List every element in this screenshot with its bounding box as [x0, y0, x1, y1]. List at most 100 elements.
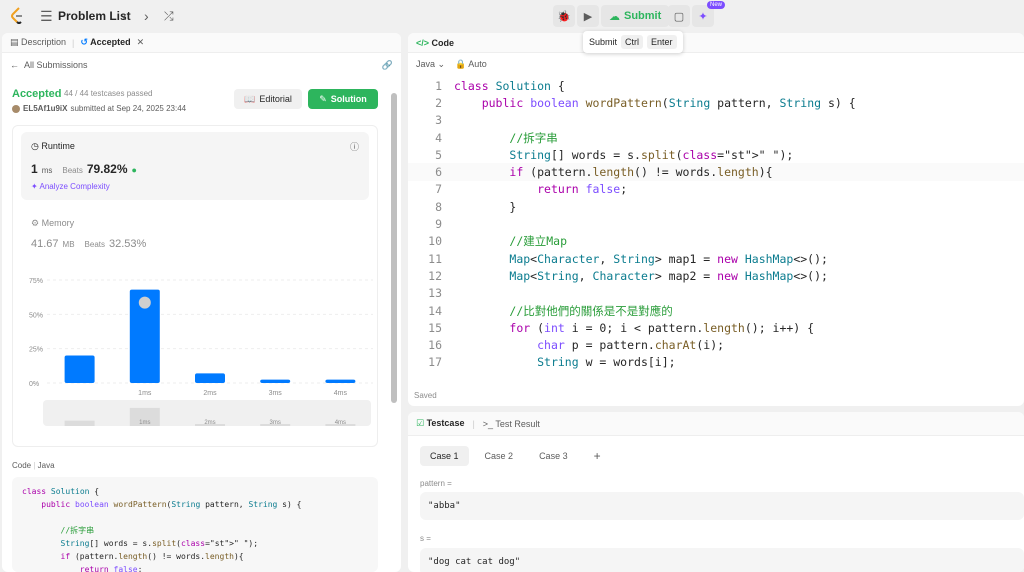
debug-button[interactable]: 🐞 [553, 5, 575, 27]
cloud-upload-icon: ☁ [609, 10, 620, 23]
y-tick-label: 50% [29, 312, 43, 319]
code-label: Code | Java [12, 461, 55, 470]
chart-bar[interactable] [195, 373, 225, 383]
notes-button[interactable]: ▢ [668, 5, 690, 27]
line-number: 10 [428, 234, 442, 249]
status-accepted: Accepted [12, 88, 62, 100]
memory-value[interactable]: 41.67 MB Beats 32.53% [31, 238, 146, 250]
checkbox-icon: ☑ [416, 418, 425, 428]
problem-list-link[interactable]: Problem List [58, 9, 131, 23]
chart-bar[interactable] [260, 379, 291, 383]
book-icon: 📖 [244, 93, 256, 104]
case-tab-2[interactable]: Case 2 [475, 446, 524, 466]
testcases-passed: 44 / 44 testcases passed [64, 89, 153, 98]
tab-test-result[interactable]: >_ Test Result [483, 419, 540, 429]
mini-tick-label: 4ms [335, 420, 346, 426]
pattern-input[interactable]: "abba" [420, 492, 1024, 520]
memory-beats: 32.53% [109, 238, 147, 250]
mini-tick-label: 2ms [204, 420, 215, 426]
case-tab-3[interactable]: Case 3 [529, 446, 578, 466]
code-line[interactable]: 14 //比對他們的關係是不是對應的 [408, 302, 1024, 319]
memory-number: 41.67 [31, 238, 59, 250]
code-line[interactable]: 13 [408, 285, 1024, 302]
solution-button[interactable]: ✎ Solution [308, 89, 378, 109]
code-line[interactable]: 11 Map<Character, String> map1 = new Has… [408, 250, 1024, 267]
all-submissions-link[interactable]: All Submissions [24, 60, 88, 70]
share-link-icon[interactable]: 🔗 [382, 60, 393, 71]
avatar[interactable] [12, 104, 20, 113]
chevron-right-icon[interactable]: › [144, 8, 149, 24]
run-button[interactable]: ▶ [577, 5, 599, 27]
tab-testcase[interactable]: ☑ Testcase [416, 418, 464, 429]
code-line[interactable]: 5 String[] words = s.split(class="st">" … [408, 146, 1024, 163]
code-text: } [454, 199, 517, 214]
code-line[interactable]: 8 } [408, 198, 1024, 215]
code-line[interactable]: 12 Map<String, Character> map2 = new Has… [408, 267, 1024, 284]
code-line[interactable]: 9 [408, 215, 1024, 232]
chevron-left-icon[interactable]: ‹ [122, 8, 127, 24]
tab-code[interactable]: </> Code [416, 38, 454, 48]
tab-accepted[interactable]: ↺ Accepted [80, 37, 130, 48]
code-line[interactable]: 10 //建立Map [408, 233, 1024, 250]
auto-mode[interactable]: 🔒 Auto [455, 59, 487, 70]
code-text: public boolean wordPattern(String patter… [481, 95, 856, 110]
user-marker-icon [138, 296, 151, 309]
case-tab-1[interactable]: Case 1 [420, 446, 469, 466]
line-number: 2 [435, 95, 442, 110]
code-text: Map<String, Character> map2 = new HashMa… [509, 268, 828, 283]
code-line[interactable]: 3 [408, 112, 1024, 129]
kbd-enter: Enter [647, 35, 677, 49]
code-text: String[] words = s.split(class="st">" ")… [509, 147, 794, 162]
memory-beats-label: Beats [84, 240, 105, 249]
editorial-button[interactable]: 📖 Editorial [234, 89, 302, 109]
runtime-box[interactable]: ◷ Runtime ⓘ 1 ms Beats 79.82% ● ✦ Analyz… [21, 132, 369, 200]
code-line[interactable]: 17 String w = words[i]; [408, 354, 1024, 371]
username[interactable]: EL5Af1u9iX [23, 104, 67, 113]
code-line[interactable]: 4 //拆字串 [408, 129, 1024, 146]
x-tick-label: 4ms [334, 390, 348, 397]
code-editor-panel: </> Code Java ⌄ 🔒 Auto 1 class Solution {… [408, 33, 1024, 406]
leetcode-logo-icon[interactable] [10, 7, 24, 25]
line-number: 8 [435, 199, 442, 214]
memory-title[interactable]: ⚙ Memory [31, 218, 74, 229]
add-case-button[interactable]: + [584, 446, 611, 466]
arrow-left-icon[interactable]: ← [10, 60, 19, 70]
analyze-complexity-link[interactable]: ✦ Analyze Complexity [31, 182, 110, 191]
s-input[interactable]: "dog cat cat dog" [420, 548, 1024, 572]
chart-bar[interactable] [64, 355, 95, 383]
code-line[interactable]: 15 for (int i = 0; i < pattern.length();… [408, 319, 1024, 336]
code-lang: Java [37, 461, 55, 470]
tab-accepted-label: Accepted [90, 37, 131, 47]
shuffle-icon[interactable]: ⤮ [164, 8, 174, 24]
left-tabs: ▤ Description | ↺ Accepted ✕ [2, 33, 401, 53]
code-line[interactable]: 2 public boolean wordPattern(String patt… [408, 94, 1024, 111]
mini-tick-label: 1ms [139, 420, 150, 426]
x-tick-label: 2ms [203, 390, 217, 397]
note-icon: ▢ [673, 10, 685, 23]
code-text: Map<Character, String> map1 = new HashMa… [509, 251, 828, 266]
code-line[interactable]: 1 class Solution { [408, 77, 1024, 94]
line-number: 3 [435, 113, 442, 128]
tab-result-label: Test Result [495, 418, 540, 429]
x-tick-label: 3ms [269, 390, 283, 397]
tab-description[interactable]: ▤ Description [10, 37, 66, 48]
code-line[interactable]: 7 return false; [408, 181, 1024, 198]
language-select[interactable]: Java ⌄ [416, 59, 445, 70]
submitted-at: submitted at Sep 24, 2025 23:44 [70, 104, 187, 113]
code-line[interactable]: 6 if (pattern.length() != words.length){ [408, 163, 1024, 181]
close-icon[interactable]: ✕ [137, 37, 145, 48]
info-icon[interactable]: ⓘ [350, 140, 359, 153]
code-text: //建立Map [509, 234, 568, 249]
chart-bar[interactable] [325, 379, 356, 383]
left-scrollbar[interactable] [391, 93, 397, 403]
runtime-distribution-chart[interactable]: 75% 50% 25% 0% 1ms 2ms 3ms 4ms 1ms 2ms 3ms 4ms [13, 266, 379, 446]
mini-bar [64, 420, 95, 426]
problem-list-icon[interactable]: ☰ [40, 8, 53, 24]
sparkle-icon: ✦ [698, 10, 708, 23]
code-editor[interactable]: 1 class Solution {2 public boolean wordPa… [408, 77, 1024, 371]
submit-tooltip: Submit Ctrl Enter [583, 31, 683, 53]
submit-button[interactable]: ☁ Submit [601, 5, 670, 27]
code-text: for (int i = 0; i < pattern.length(); i+… [509, 320, 815, 335]
code-line[interactable]: 16 char p = pattern.charAt(i); [408, 336, 1024, 353]
edit-icon: ✎ [319, 93, 327, 104]
